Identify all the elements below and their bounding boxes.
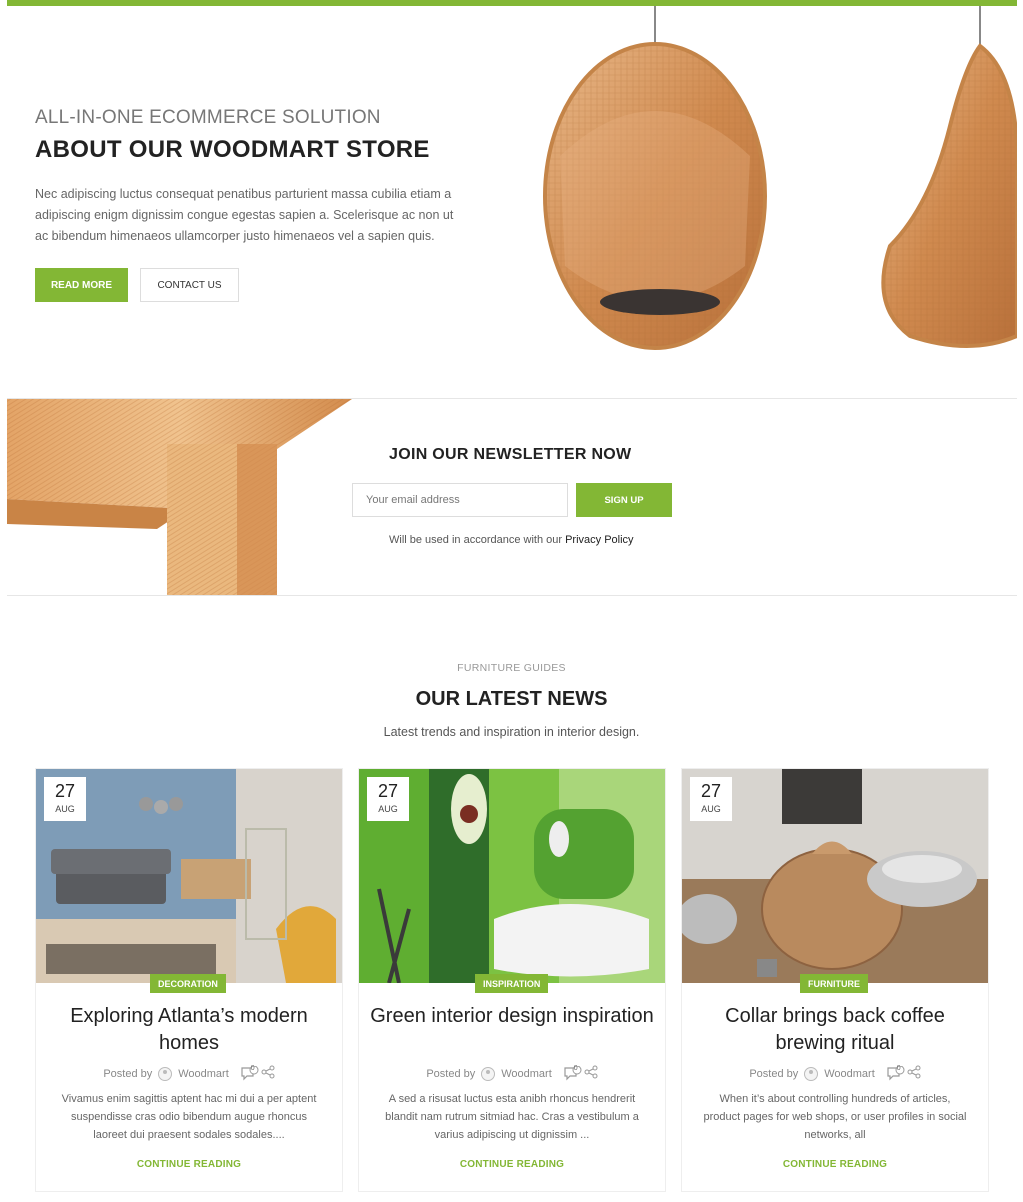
avatar-icon <box>804 1066 819 1081</box>
news-eyebrow: FURNITURE GUIDES <box>457 662 566 674</box>
post-month: AUG <box>701 804 721 814</box>
post-month: AUG <box>55 804 75 814</box>
post-month: AUG <box>378 804 398 814</box>
post-meta: Posted by Woodmart 0 <box>359 1065 665 1082</box>
post-date: 27 AUG <box>690 777 732 821</box>
newsletter-note: Will be used in accordance with our Priv… <box>389 534 634 546</box>
hero-title: ABOUT OUR WOODMART STORE <box>35 136 430 163</box>
comment-icon[interactable]: 0 <box>564 1064 582 1082</box>
post-author[interactable]: Woodmart <box>501 1068 552 1080</box>
post-excerpt: When it’s about controlling hundreds of … <box>703 1093 967 1141</box>
posted-by-label: Posted by <box>749 1067 799 1080</box>
contact-us-button[interactable]: CONTACT US <box>140 268 239 302</box>
share-icon[interactable] <box>907 1065 921 1082</box>
post-title[interactable]: Green interior design inspiration <box>369 1003 655 1030</box>
post-category[interactable]: DECORATION <box>150 974 226 993</box>
share-icon[interactable] <box>261 1065 275 1082</box>
post-category[interactable]: FURNITURE <box>800 974 868 993</box>
avatar-icon <box>158 1066 173 1081</box>
email-input[interactable]: Your email address <box>352 483 568 517</box>
post-title[interactable]: Exploring Atlanta’s modern homes <box>46 1003 332 1057</box>
hanging-chairs-image <box>540 6 1017 366</box>
continue-reading-link[interactable]: CONTINUE READING <box>682 1159 988 1170</box>
post-title[interactable]: Collar brings back coffee brewing ritual <box>692 1003 978 1057</box>
post-card: 27 AUG FURNITURE Collar brings back coffe… <box>681 768 989 1192</box>
post-card: 27 AUG INSPIRATION Green interior design … <box>358 768 666 1192</box>
post-day: 27 <box>700 781 722 801</box>
comment-icon[interactable]: 0 <box>887 1064 905 1082</box>
newsletter-note-text: Will be used in accordance with our <box>389 534 563 546</box>
comment-count: 0 <box>896 1064 901 1072</box>
sign-up-button[interactable]: SIGN UP <box>576 483 672 517</box>
post-date: 27 AUG <box>44 777 86 821</box>
comment-count: 0 <box>250 1064 255 1072</box>
share-icon[interactable] <box>584 1065 598 1082</box>
privacy-policy-link[interactable]: Privacy Policy <box>565 534 633 546</box>
hero-subtitle: ALL-IN-ONE ECOMMERCE SOLUTION <box>35 107 381 128</box>
posted-by-label: Posted by <box>103 1067 153 1080</box>
continue-reading-link[interactable]: CONTINUE READING <box>359 1159 665 1170</box>
post-author[interactable]: Woodmart <box>178 1068 229 1080</box>
hero-text: Nec adipiscing luctus consequat penatibu… <box>35 187 454 243</box>
wooden-table-image <box>7 399 352 595</box>
post-author[interactable]: Woodmart <box>824 1068 875 1080</box>
post-excerpt: A sed a risusat luctus esta anibh rhoncu… <box>385 1093 639 1141</box>
avatar-icon <box>481 1066 496 1081</box>
newsletter-title: JOIN OUR NEWSLETTER NOW <box>389 446 632 463</box>
post-category[interactable]: INSPIRATION <box>475 974 549 993</box>
read-more-button[interactable]: READ MORE <box>35 268 128 302</box>
posted-by-label: Posted by <box>426 1067 476 1080</box>
post-date: 27 AUG <box>367 777 409 821</box>
news-subtitle: Latest trends and inspiration in interio… <box>383 725 640 739</box>
news-title: OUR LATEST NEWS <box>415 688 608 710</box>
post-meta: Posted by Woodmart 0 <box>36 1065 342 1082</box>
comment-icon[interactable]: 0 <box>241 1064 259 1082</box>
continue-reading-link[interactable]: CONTINUE READING <box>36 1159 342 1170</box>
post-day: 27 <box>54 781 76 801</box>
post-day: 27 <box>377 781 399 801</box>
post-excerpt: Vivamus enim sagittis aptent hac mi dui … <box>61 1093 317 1141</box>
post-card: 27 AUG DECORATION Exploring Atlanta’s mod… <box>35 768 343 1192</box>
comment-count: 0 <box>573 1064 578 1072</box>
post-meta: Posted by Woodmart 0 <box>682 1065 988 1082</box>
